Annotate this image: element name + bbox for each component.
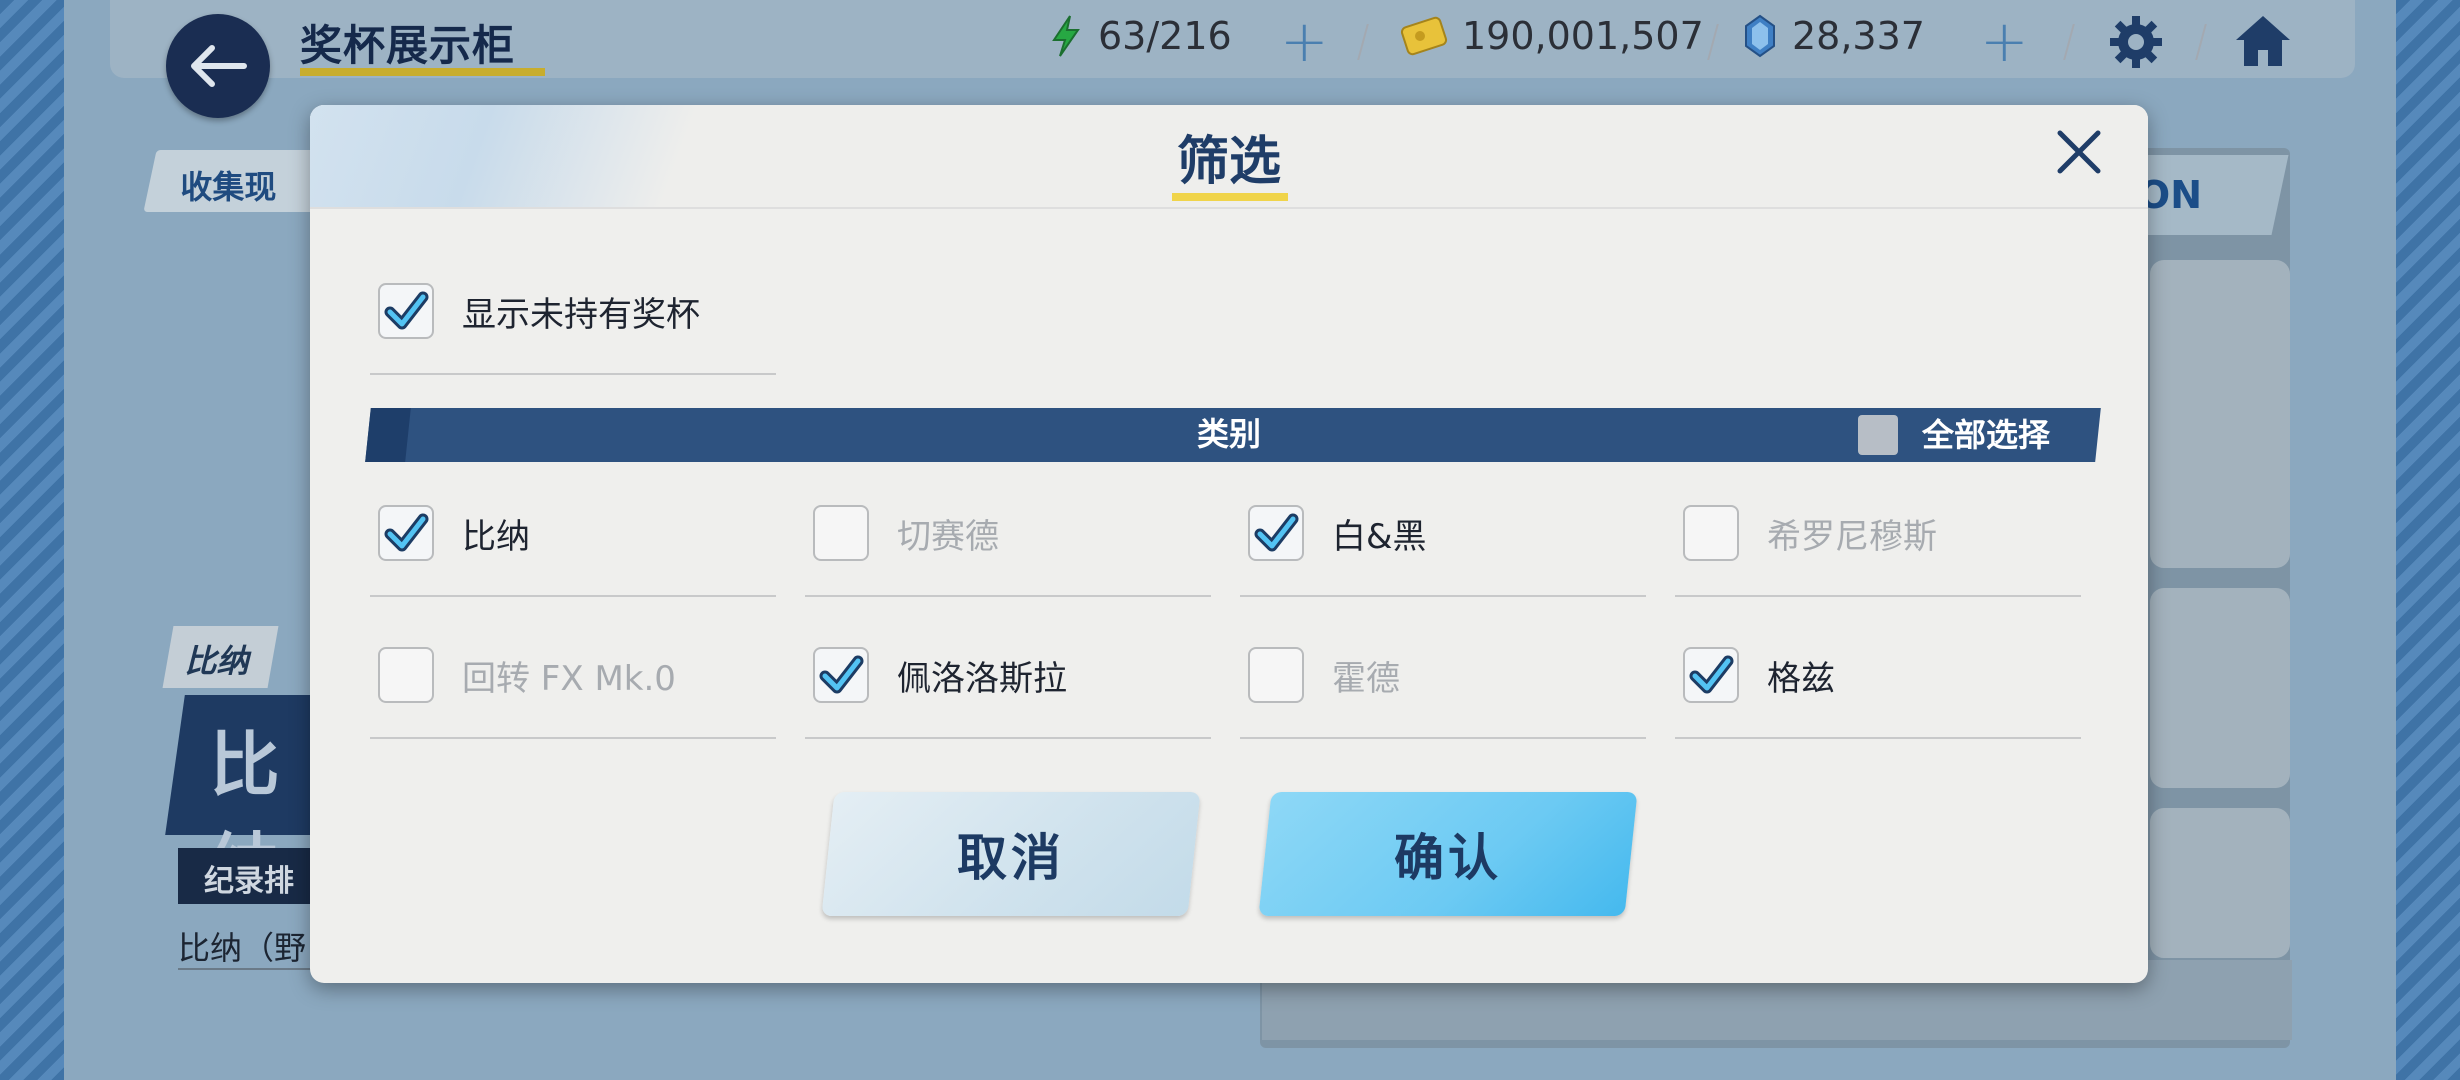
credits-counter: 190,001,507 — [1400, 14, 1704, 58]
gear-icon — [2110, 16, 2162, 68]
option-label: 比纳 — [462, 516, 530, 557]
home-button[interactable] — [2232, 12, 2294, 74]
character-subtitle: 比纳（野 — [178, 929, 307, 967]
record-rank-label: 纪录排 — [204, 864, 294, 899]
divider — [1240, 595, 1646, 597]
filter-option-kaiten[interactable]: 回转 FX Mk.0 — [378, 647, 676, 703]
filter-option-perorozilla[interactable]: 佩洛洛斯拉 — [813, 647, 1067, 703]
checkbox-checked[interactable] — [1683, 647, 1739, 703]
checkbox-checked[interactable] — [813, 647, 869, 703]
page-title: 奖杯展示柜 — [300, 21, 516, 70]
filter-dialog: 筛选 显示未持有奖杯 类别 全部选择 比纳 切赛德 白&黑 希罗尼穆斯 回转 F… — [310, 105, 2148, 983]
confirm-button-label: 确认 — [1394, 829, 1502, 887]
checkbox-unchecked[interactable] — [813, 505, 869, 561]
lightning-icon — [1052, 15, 1080, 57]
checkmark-icon — [1254, 513, 1299, 552]
divider — [370, 373, 776, 375]
sort-dropdown-label: ON — [2137, 173, 2203, 217]
filter-option-bina[interactable]: 比纳 — [378, 505, 530, 561]
checkbox-checked[interactable] — [1248, 505, 1304, 561]
checkmark-icon — [819, 655, 864, 694]
checkbox-unchecked[interactable] — [378, 647, 434, 703]
stamina-value: 63/216 — [1098, 14, 1232, 58]
back-button[interactable] — [166, 14, 270, 118]
checkmark-icon — [384, 513, 429, 552]
confirm-button[interactable]: 确认 — [1258, 792, 1638, 916]
trophy-card[interactable] — [2150, 368, 2290, 568]
option-label: 格兹 — [1767, 658, 1835, 699]
checkbox-unchecked[interactable] — [1248, 647, 1304, 703]
option-label: 白&黑 — [1332, 516, 1427, 557]
divider — [178, 968, 313, 970]
option-label: 希罗尼穆斯 — [1767, 516, 1937, 557]
gems-value: 28,337 — [1792, 14, 1925, 58]
filter-option-shiro-kuro[interactable]: 白&黑 — [1248, 505, 1427, 561]
select-all-checkbox[interactable] — [1858, 415, 1898, 455]
divider — [805, 737, 1211, 739]
gems-counter: 28,337 — [1742, 14, 1925, 58]
record-rank-tag: 纪录排 — [178, 848, 328, 904]
stamina-counter: 63/216 — [1048, 14, 1232, 58]
title-underline — [300, 68, 545, 76]
cancel-button[interactable]: 取消 — [821, 792, 1201, 916]
checkbox-unchecked[interactable] — [1683, 505, 1739, 561]
add-stamina-button[interactable]: + — [1280, 12, 1329, 70]
checkmark-icon — [384, 291, 429, 330]
character-tag: 比纳 — [162, 626, 279, 688]
trophy-card[interactable] — [2150, 808, 2290, 958]
divider — [370, 595, 776, 597]
trophy-card[interactable] — [2150, 588, 2290, 788]
filter-option-chesed[interactable]: 切赛德 — [813, 505, 999, 561]
credits-value: 190,001,507 — [1462, 14, 1704, 58]
show-unowned-option[interactable]: 显示未持有奖杯 — [378, 283, 700, 339]
home-icon — [2236, 16, 2290, 66]
right-border-stripes — [2396, 0, 2460, 1080]
filter-option-hod[interactable]: 霍德 — [1248, 647, 1400, 703]
dialog-title: 筛选 — [1176, 132, 1281, 192]
close-button[interactable] — [2050, 123, 2108, 181]
divider — [370, 737, 776, 739]
character-tag-label: 比纳 — [184, 642, 249, 680]
divider — [1675, 595, 2081, 597]
filter-option-goz[interactable]: 格兹 — [1683, 647, 1835, 703]
divider — [1240, 737, 1646, 739]
settings-button[interactable] — [2106, 12, 2166, 76]
close-icon — [2057, 130, 2101, 174]
left-border-stripes — [0, 0, 64, 1080]
cancel-button-label: 取消 — [957, 829, 1065, 887]
checkmark-icon — [1689, 655, 1734, 694]
option-label: 霍德 — [1332, 658, 1400, 699]
show-unowned-label: 显示未持有奖杯 — [462, 294, 700, 335]
divider — [805, 595, 1211, 597]
filter-option-hieronymus[interactable]: 希罗尼穆斯 — [1683, 505, 1937, 561]
select-all-label[interactable]: 全部选择 — [1922, 410, 2050, 456]
arrow-left-icon — [191, 45, 247, 87]
credit-icon — [1400, 16, 1448, 56]
option-label: 佩洛洛斯拉 — [897, 658, 1067, 699]
show-unowned-checkbox[interactable] — [378, 283, 434, 339]
option-label: 回转 FX Mk.0 — [462, 658, 676, 699]
add-gems-button[interactable]: + — [1980, 12, 2029, 70]
divider — [1675, 737, 2081, 739]
option-label: 切赛德 — [897, 516, 999, 557]
pyroxene-icon — [1745, 14, 1775, 58]
title-underline — [1172, 193, 1288, 201]
checkbox-checked[interactable] — [378, 505, 434, 561]
